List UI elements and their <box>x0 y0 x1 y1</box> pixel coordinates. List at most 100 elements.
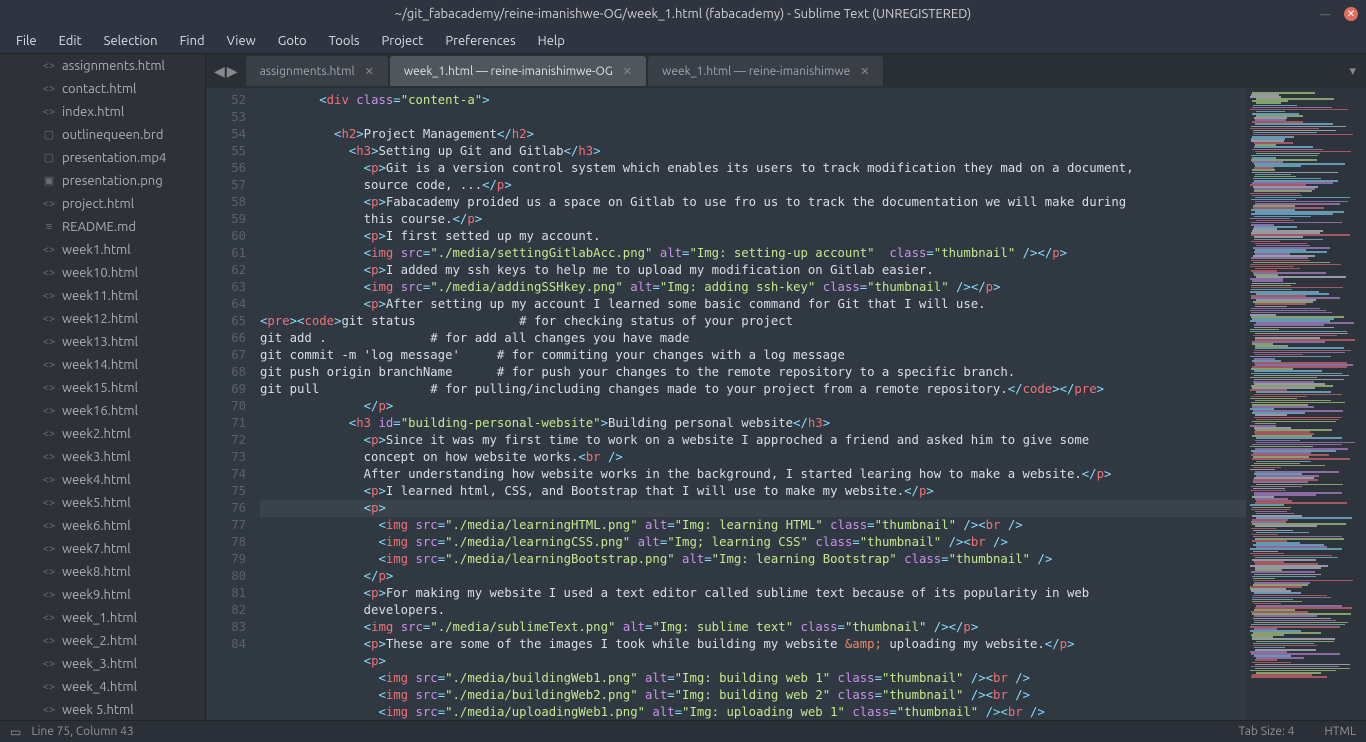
file-icon: <> <box>42 520 56 532</box>
tab-size[interactable]: Tab Size: 4 <box>1239 725 1295 738</box>
sidebar[interactable]: <>assignments.html<>contact.html<>index.… <box>0 54 206 720</box>
menu-project[interactable]: Project <box>372 31 434 51</box>
code-editor[interactable]: <div class="content-a"> <h2>Project Mana… <box>260 88 1246 720</box>
menu-find[interactable]: Find <box>170 31 215 51</box>
tab-label: week_1.html — reine-imanishimwe <box>662 65 850 78</box>
file-row[interactable]: <>week1.html <box>0 238 205 261</box>
file-name: outlinequeen.brd <box>62 128 163 142</box>
file-icon: <> <box>42 106 56 118</box>
file-icon: <> <box>42 612 56 624</box>
file-row[interactable]: <>week3.html <box>0 445 205 468</box>
file-name: week_2.html <box>62 634 137 648</box>
file-name: presentation.mp4 <box>62 151 166 165</box>
file-row[interactable]: ▢ presentation.mp4 <box>0 146 205 169</box>
file-icon: <> <box>42 267 56 279</box>
file-icon: <> <box>42 704 56 716</box>
nav-forward-icon[interactable]: ▶ <box>227 63 238 80</box>
file-row[interactable]: ≡README.md <box>0 215 205 238</box>
file-icon: <> <box>42 359 56 371</box>
menu-selection[interactable]: Selection <box>94 31 168 51</box>
statusbar: ▭ Line 75, Column 43 Tab Size: 4 HTML <box>0 720 1366 742</box>
file-icon: ▢ <box>42 128 56 141</box>
minimap[interactable] <box>1246 88 1366 720</box>
file-icon: <> <box>42 336 56 348</box>
file-icon: <> <box>42 474 56 486</box>
menubar: FileEditSelectionFindViewGotoToolsProjec… <box>0 28 1366 54</box>
file-name: week11.html <box>62 289 138 303</box>
file-row[interactable]: <>week11.html <box>0 284 205 307</box>
close-button[interactable]: ✕ <box>1344 7 1358 21</box>
cursor-position: Line 75, Column 43 <box>31 725 133 738</box>
file-name: week3.html <box>62 450 131 464</box>
tab-close-icon[interactable]: ✕ <box>623 65 632 78</box>
tab[interactable]: week_1.html — reine-imanishimwe ✕ <box>648 56 883 86</box>
file-name: week15.html <box>62 381 138 395</box>
menu-file[interactable]: File <box>6 31 47 51</box>
file-row[interactable]: <>week4.html <box>0 468 205 491</box>
file-row[interactable]: <>week_4.html <box>0 675 205 698</box>
file-icon: <> <box>42 497 56 509</box>
file-row[interactable]: <>week7.html <box>0 537 205 560</box>
file-row[interactable]: <> week6.html <box>0 514 205 537</box>
file-row[interactable]: <>week9.html <box>0 583 205 606</box>
minimize-button[interactable]: — <box>1318 7 1332 21</box>
file-icon: <> <box>42 566 56 578</box>
file-row[interactable]: <>contact.html <box>0 77 205 100</box>
menu-edit[interactable]: Edit <box>49 31 92 51</box>
tabbar: ◀ ▶ assignments.html✕week_1.html — reine… <box>206 54 1366 88</box>
file-icon: <> <box>42 244 56 256</box>
file-row[interactable]: <>week10.html <box>0 261 205 284</box>
file-row[interactable]: <> week 5.html <box>0 698 205 720</box>
file-row[interactable]: <>week_3.html <box>0 652 205 675</box>
nav-back-icon[interactable]: ◀ <box>214 63 225 80</box>
file-name: week12.html <box>62 312 138 326</box>
file-row[interactable]: ▣ presentation.png <box>0 169 205 192</box>
tab-label: assignments.html <box>260 65 355 78</box>
file-row[interactable]: <> week14.html <box>0 353 205 376</box>
tab-close-icon[interactable]: ✕ <box>365 65 374 78</box>
file-name: presentation.png <box>62 174 163 188</box>
file-row[interactable]: ▢ outlinequeen.brd <box>0 123 205 146</box>
tab-close-icon[interactable]: ✕ <box>860 65 869 78</box>
file-icon: <> <box>42 543 56 555</box>
file-name: week16.html <box>62 404 138 418</box>
file-row[interactable]: <>index.html <box>0 100 205 123</box>
file-row[interactable]: <> week_1.html <box>0 606 205 629</box>
file-name: week 5.html <box>62 703 134 717</box>
file-icon: <> <box>42 405 56 417</box>
file-name: week14.html <box>62 358 138 372</box>
language-mode[interactable]: HTML <box>1324 725 1356 738</box>
file-name: week6.html <box>62 519 131 533</box>
file-row[interactable]: <>assignments.html <box>0 54 205 77</box>
file-icon: ▣ <box>42 174 56 187</box>
file-icon: <> <box>42 198 56 210</box>
tab-label: week_1.html — reine-imanishimwe-OG <box>404 65 613 78</box>
file-row[interactable]: <> week12.html <box>0 307 205 330</box>
menu-help[interactable]: Help <box>528 31 575 51</box>
file-name: week13.html <box>62 335 138 349</box>
tab-menu-icon[interactable]: ▾ <box>1349 64 1356 79</box>
file-icon: ≡ <box>42 221 56 233</box>
panel-icon[interactable]: ▭ <box>10 725 21 739</box>
tab[interactable]: assignments.html ✕ <box>246 56 388 86</box>
menu-tools[interactable]: Tools <box>319 31 370 51</box>
tab[interactable]: week_1.html — reine-imanishimwe-OG ✕ <box>390 56 646 86</box>
file-row[interactable]: <>week2.html <box>0 422 205 445</box>
file-row[interactable]: <>week5.html <box>0 491 205 514</box>
file-name: week_1.html <box>62 611 137 625</box>
menu-preferences[interactable]: Preferences <box>435 31 525 51</box>
file-row[interactable]: <> week8.html <box>0 560 205 583</box>
file-row[interactable]: <>week15.html <box>0 376 205 399</box>
file-name: week9.html <box>62 588 131 602</box>
file-icon: <> <box>42 635 56 647</box>
file-name: week_3.html <box>62 657 137 671</box>
file-row[interactable]: <>project.html <box>0 192 205 215</box>
file-icon: <> <box>42 313 56 325</box>
file-row[interactable]: <> week16.html <box>0 399 205 422</box>
file-icon: ▢ <box>42 151 56 164</box>
menu-goto[interactable]: Goto <box>268 31 317 51</box>
file-row[interactable]: <> week_2.html <box>0 629 205 652</box>
menu-view[interactable]: View <box>217 31 266 51</box>
file-row[interactable]: <> week13.html <box>0 330 205 353</box>
file-name: week8.html <box>62 565 131 579</box>
